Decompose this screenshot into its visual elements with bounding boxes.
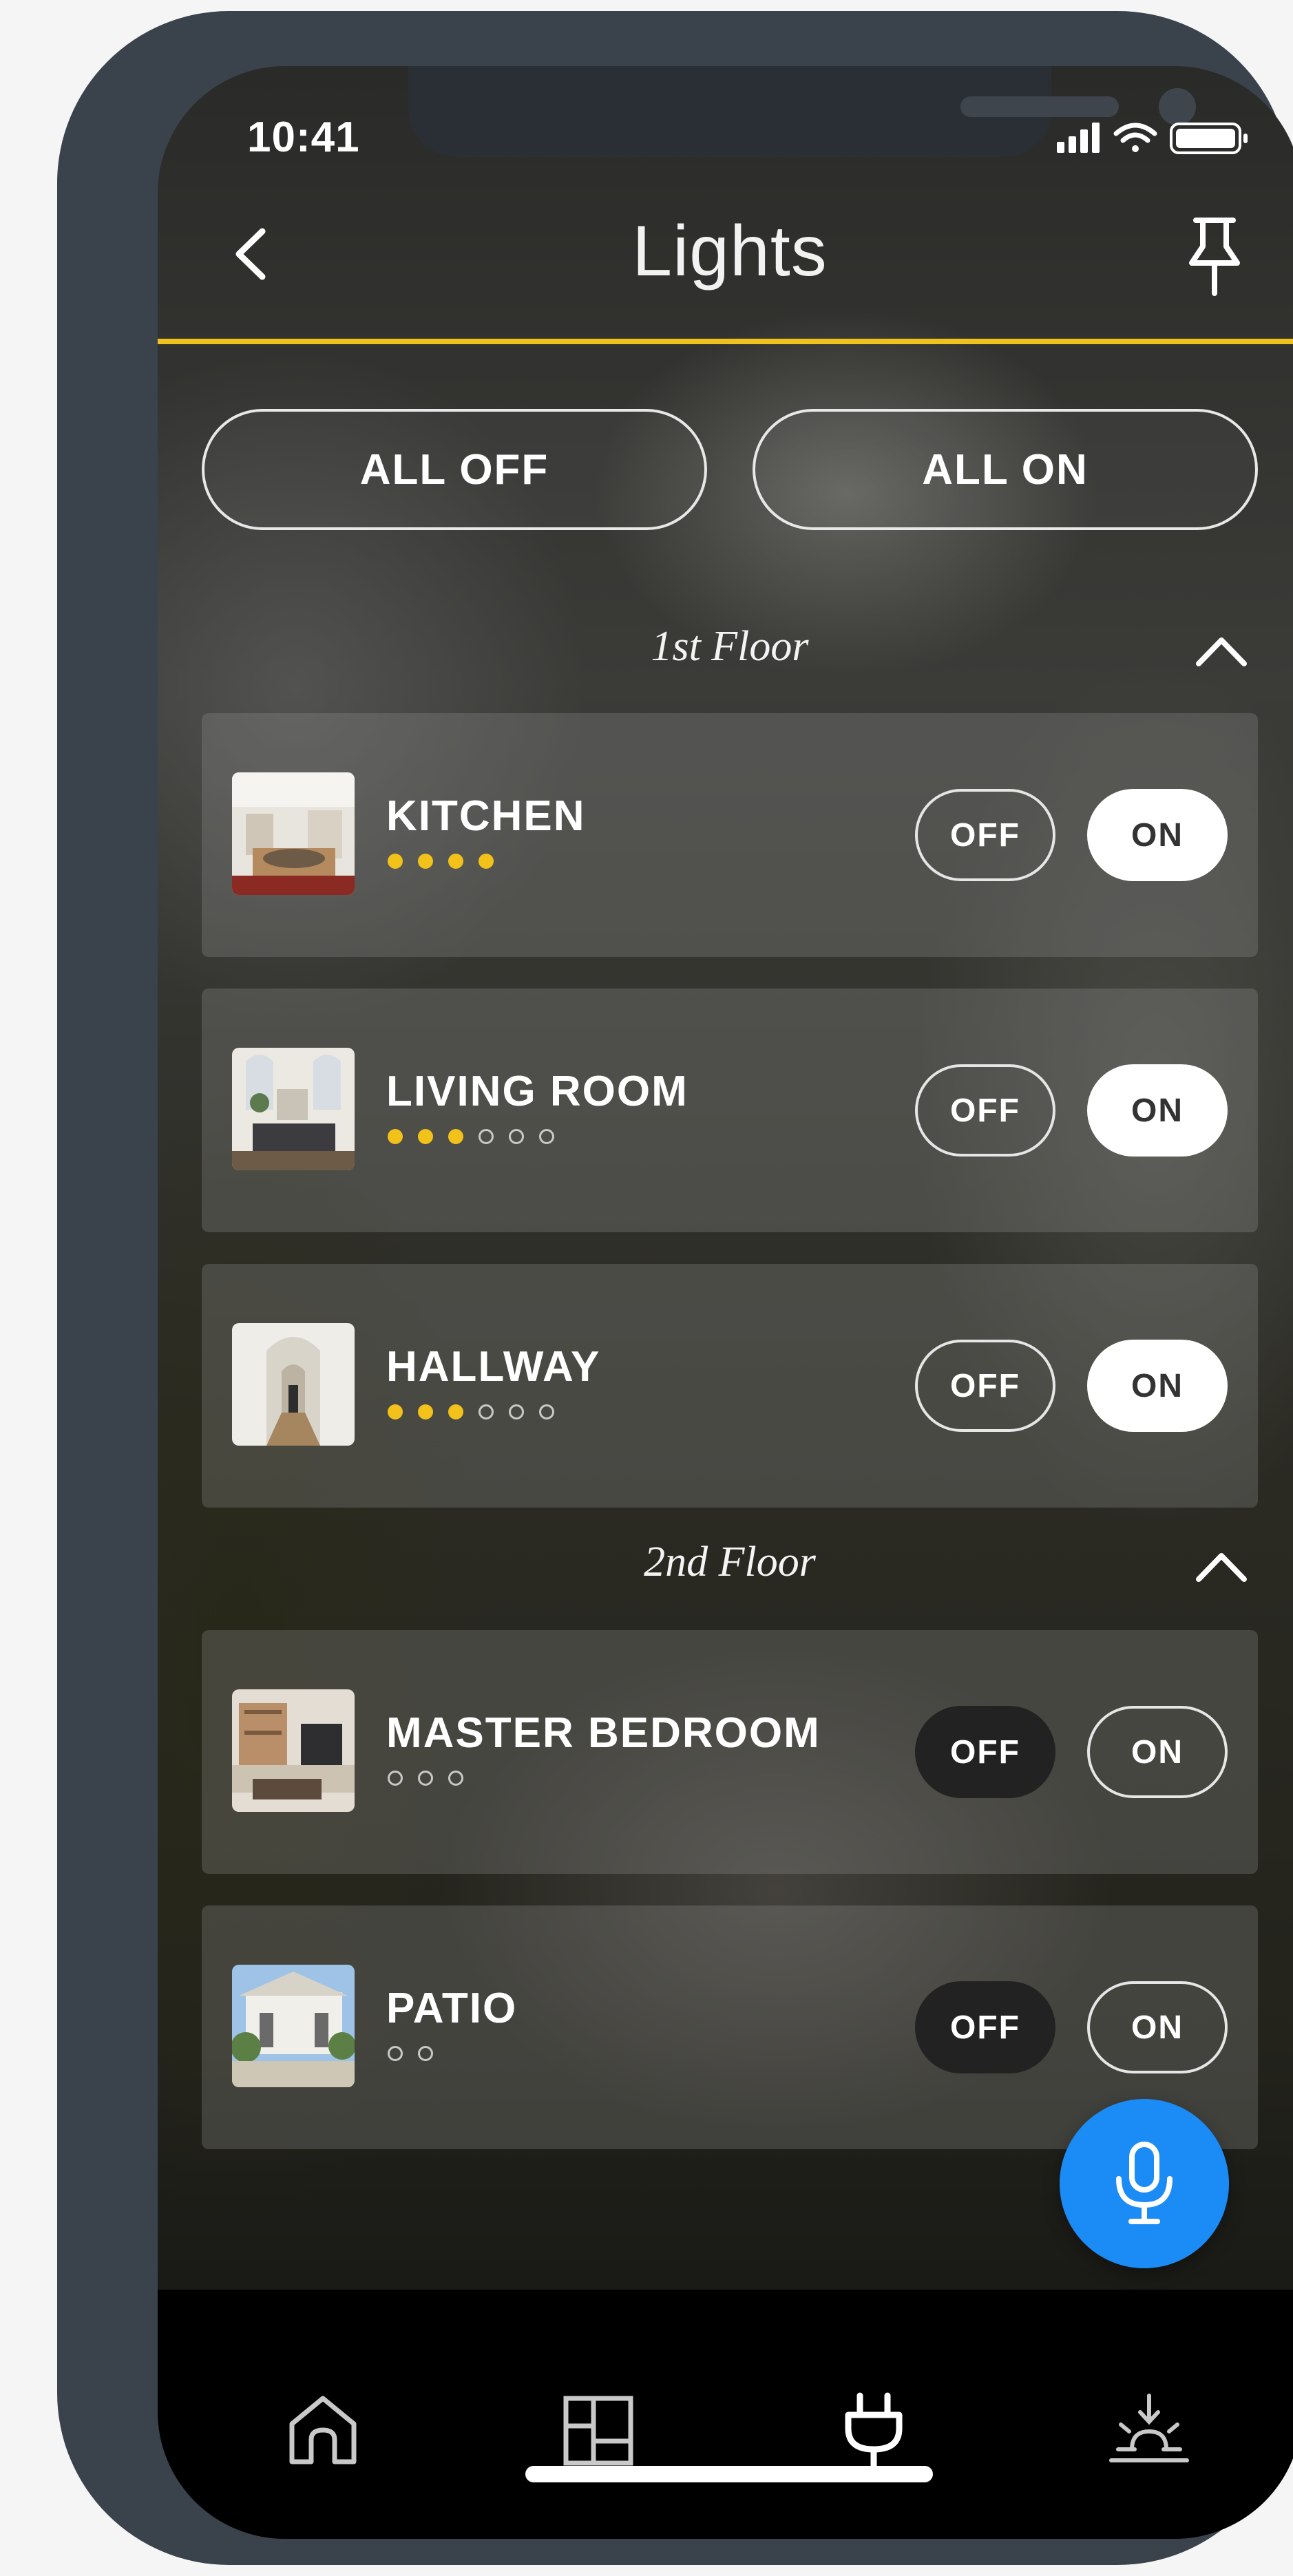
battery-icon	[1170, 123, 1248, 154]
all-off-button[interactable]: ALL OFF	[202, 409, 707, 530]
brightness-dot-on	[448, 1404, 463, 1419]
voice-assistant-button[interactable]	[1060, 2099, 1229, 2268]
status-icons	[1057, 123, 1248, 154]
on-button[interactable]: ON	[1087, 1706, 1228, 1798]
room-thumbnail-living-room	[232, 1048, 355, 1170]
brightness-dot-off	[388, 2046, 403, 2061]
brightness-dots	[388, 1129, 554, 1144]
all-on-button[interactable]: ALL ON	[753, 409, 1258, 530]
on-button[interactable]: ON	[1087, 1340, 1228, 1432]
brightness-dot-on	[388, 1404, 403, 1419]
speaker-grille	[960, 96, 1119, 117]
brightness-dot-off	[539, 1129, 554, 1144]
room-thumbnail-patio	[232, 1965, 355, 2087]
off-button[interactable]: OFF	[915, 1981, 1055, 2073]
brightness-dot-on	[448, 854, 463, 869]
room-name: PATIO	[386, 1985, 518, 2032]
room-thumbnail-hallway	[232, 1323, 355, 1446]
floor-label-2nd: 2nd Floor	[644, 1539, 816, 1585]
off-button[interactable]: OFF	[915, 789, 1055, 881]
room-name: HALLWAY	[386, 1343, 601, 1391]
brightness-dot-off	[388, 1771, 403, 1786]
room-thumbnail-kitchen	[232, 772, 355, 895]
brightness-dot-off	[509, 1404, 524, 1419]
off-button[interactable]: OFF	[915, 1340, 1055, 1432]
status-time: 10:41	[247, 114, 360, 161]
collapse-chevron-up-icon[interactable]	[1190, 631, 1252, 672]
brightness-dot-on	[479, 854, 494, 869]
notch	[408, 66, 1196, 157]
home-icon[interactable]	[278, 2386, 368, 2475]
off-button[interactable]: OFF	[915, 1706, 1055, 1798]
brightness-dot-on	[388, 854, 403, 869]
on-button[interactable]: ON	[1087, 1981, 1228, 2073]
on-button[interactable]: ON	[1087, 1064, 1228, 1157]
floor-label-1st: 1st Floor	[651, 623, 809, 670]
brightness-dots	[388, 1771, 463, 1786]
room-card-master-bedroom[interactable]: MASTER BEDROOM OFF ON	[202, 1630, 1258, 1874]
collapse-chevron-up-icon[interactable]	[1190, 1546, 1252, 1587]
brightness-dots	[388, 854, 494, 869]
room-card-living-room[interactable]: LIVING ROOM OFF ON	[202, 989, 1258, 1232]
plug-icon[interactable]	[829, 2386, 918, 2475]
bottom-tab-bar	[158, 2290, 1293, 2539]
brightness-dot-off	[509, 1129, 524, 1144]
room-card-kitchen[interactable]: KITCHEN OFF ON	[202, 713, 1258, 957]
brightness-dot-on	[418, 1404, 433, 1419]
header-accent-line	[158, 339, 1293, 344]
brightness-dot-off	[479, 1129, 494, 1144]
pin-icon[interactable]	[1177, 212, 1252, 302]
brightness-dot-off	[418, 2046, 433, 2061]
signal-icon	[1057, 123, 1100, 153]
brightness-dot-off	[448, 1771, 463, 1786]
scenes-sunrise-icon[interactable]	[1104, 2386, 1194, 2475]
page-title: Lights	[632, 211, 828, 291]
room-card-hallway[interactable]: HALLWAY OFF ON	[202, 1264, 1258, 1508]
brightness-dot-off	[418, 1771, 433, 1786]
rooms-layout-icon[interactable]	[554, 2386, 643, 2475]
off-button[interactable]: OFF	[915, 1064, 1055, 1157]
brightness-dot-off	[539, 1404, 554, 1419]
room-name: KITCHEN	[386, 792, 586, 840]
phone-frame: 10:41 Lights ALL OFF ALL ON 1st Floor KI…	[57, 11, 1293, 2565]
room-name: MASTER BEDROOM	[386, 1709, 821, 1757]
app-screen: 10:41 Lights ALL OFF ALL ON 1st Floor KI…	[158, 66, 1293, 2539]
brightness-dot-on	[418, 1129, 433, 1144]
home-indicator[interactable]	[525, 2466, 933, 2482]
on-button[interactable]: ON	[1087, 789, 1228, 881]
brightness-dot-on	[448, 1129, 463, 1144]
wifi-icon	[1113, 123, 1157, 152]
brightness-dot-on	[388, 1129, 403, 1144]
room-name: LIVING ROOM	[386, 1068, 688, 1115]
room-thumbnail-master-bedroom	[232, 1689, 355, 1812]
brightness-dot-on	[418, 854, 433, 869]
microphone-icon	[1116, 2142, 1173, 2224]
brightness-dots	[388, 1404, 554, 1419]
brightness-dots	[388, 2046, 433, 2061]
brightness-dot-off	[479, 1404, 494, 1419]
